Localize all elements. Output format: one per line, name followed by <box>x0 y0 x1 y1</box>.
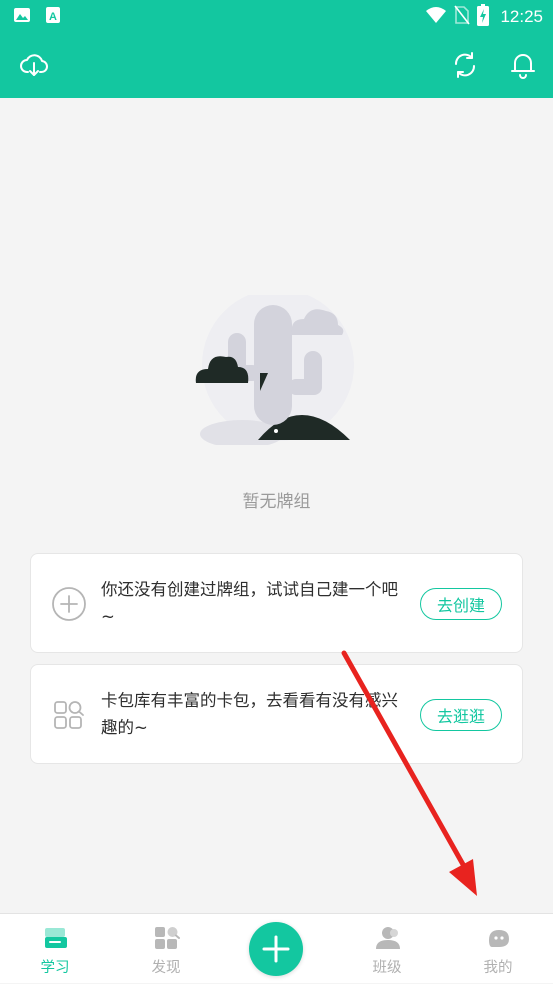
image-icon <box>13 6 31 28</box>
wifi-icon <box>425 6 447 28</box>
apps-grid-icon <box>51 697 87 733</box>
status-bar: A 12:25 <box>0 0 553 32</box>
no-sim-icon <box>454 5 471 29</box>
nav-item-profile[interactable]: 我的 <box>443 914 553 984</box>
nav-label-discover: 发现 <box>151 960 181 976</box>
svg-text:A: A <box>49 11 57 23</box>
plus-circle-icon <box>51 586 87 622</box>
empty-state-text: 暂无牌组 <box>242 492 311 512</box>
profile-icon <box>486 925 512 951</box>
app-a-icon: A <box>44 6 62 28</box>
browse-packs-button[interactable]: 去逛逛 <box>420 699 502 731</box>
create-deck-text: 你还没有创建过牌组，试试自己建一个吧~ <box>101 580 398 626</box>
nav-label-class: 班级 <box>372 960 402 976</box>
cloud-download-icon[interactable] <box>18 49 50 81</box>
nav-item-class[interactable]: 班级 <box>332 914 442 984</box>
battery-charging-icon <box>477 4 490 30</box>
create-deck-button[interactable]: 去创建 <box>420 588 502 620</box>
bell-icon[interactable] <box>507 49 539 81</box>
nav-item-discover[interactable]: 发现 <box>111 914 221 984</box>
status-time: 12:25 <box>500 7 543 26</box>
discover-icon <box>154 925 180 951</box>
sync-icon[interactable] <box>449 49 481 81</box>
nav-item-study[interactable]: 学习 <box>0 914 110 984</box>
class-icon <box>375 925 401 951</box>
app-bar <box>0 32 553 98</box>
browse-packs-text: 卡包库有丰富的卡包，去看看有没有感兴趣的~ <box>101 691 398 737</box>
add-button[interactable] <box>249 922 303 976</box>
browse-packs-card: 卡包库有丰富的卡包，去看看有没有感兴趣的~ 去逛逛 <box>30 664 523 764</box>
nav-label-profile: 我的 <box>483 960 513 976</box>
add-icon <box>262 935 290 963</box>
create-deck-card: 你还没有创建过牌组，试试自己建一个吧~ 去创建 <box>30 553 523 653</box>
cactus-illustration <box>192 289 362 448</box>
nav-label-study: 学习 <box>40 960 70 976</box>
study-icon <box>43 925 69 951</box>
